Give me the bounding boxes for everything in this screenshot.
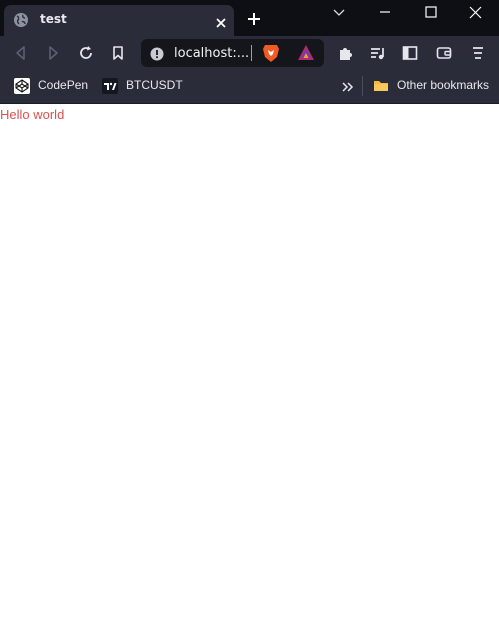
puzzle-icon xyxy=(340,48,352,60)
new-tab-button[interactable] xyxy=(246,11,262,27)
back-button[interactable] xyxy=(10,42,32,64)
bookmark-codepen[interactable]: CodePen xyxy=(14,76,90,96)
tab-search-button[interactable] xyxy=(316,0,362,26)
hello-text: Hello world xyxy=(0,107,65,122)
tab-title: test xyxy=(40,12,67,26)
chevron-down-icon xyxy=(333,9,345,16)
maximize-icon xyxy=(425,6,437,18)
window-close-button[interactable] xyxy=(453,0,499,26)
extensions-button[interactable] xyxy=(335,42,357,64)
bookmark-icon xyxy=(113,46,123,60)
toolbar: localhost:... xyxy=(0,36,499,70)
tab-strip: test xyxy=(0,0,499,36)
close-icon[interactable] xyxy=(215,14,227,28)
address-bar[interactable]: localhost:... xyxy=(141,39,324,67)
back-arrow-icon xyxy=(16,46,25,60)
close-icon xyxy=(469,6,482,19)
other-bookmarks-label: Other bookmarks xyxy=(397,78,490,92)
sidebar-icon xyxy=(402,46,418,60)
tradingview-icon xyxy=(102,78,118,94)
codepen-icon xyxy=(14,78,30,94)
page-content: Hello world xyxy=(0,104,499,624)
minimize-icon xyxy=(380,11,390,13)
brave-rewards-icon[interactable] xyxy=(297,44,315,62)
maximize-button[interactable] xyxy=(408,0,454,26)
bookmark-btcusdt[interactable]: BTCUSDT xyxy=(102,76,183,96)
menu-button[interactable] xyxy=(467,42,489,64)
brave-shields-icon[interactable] xyxy=(262,43,280,63)
minimize-button[interactable] xyxy=(362,0,408,26)
bookmarks-bar: CodePen BTCUSDT Other bookmarks xyxy=(0,70,499,104)
info-icon[interactable] xyxy=(150,46,164,61)
divider xyxy=(362,76,363,96)
bookmark-label: CodePen xyxy=(38,78,89,92)
folder-icon xyxy=(373,78,389,94)
reload-icon xyxy=(80,46,92,59)
bookmark-button[interactable] xyxy=(107,42,129,64)
globe-icon xyxy=(13,12,29,28)
tab-test[interactable]: test xyxy=(4,5,234,36)
bookmark-label: BTCUSDT xyxy=(126,78,183,92)
playlist-button[interactable] xyxy=(367,42,389,64)
sidebar-button[interactable] xyxy=(399,42,421,64)
wallet-button[interactable] xyxy=(433,42,455,64)
forward-button[interactable] xyxy=(42,42,64,64)
playlist-icon xyxy=(371,48,384,60)
hamburger-menu-icon xyxy=(473,47,483,59)
wallet-icon xyxy=(436,47,452,59)
double-chevron-icon[interactable] xyxy=(341,79,355,93)
divider xyxy=(251,45,252,61)
other-bookmarks[interactable]: Other bookmarks xyxy=(373,76,495,96)
reload-button[interactable] xyxy=(75,42,97,64)
forward-arrow-icon xyxy=(49,46,58,60)
url-text[interactable]: localhost:... xyxy=(174,46,249,61)
